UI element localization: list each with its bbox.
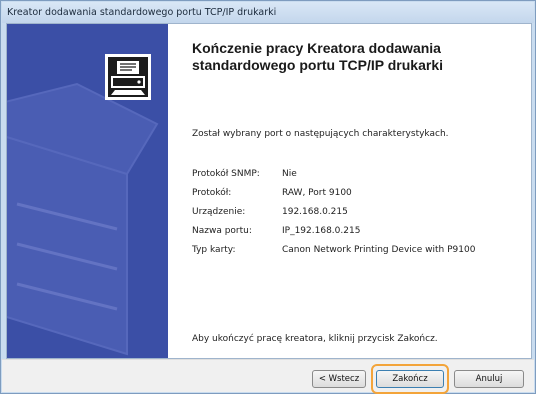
page-title: Kończenie pracy Kreatora dodawania stand… [192,40,444,73]
window-title: Kreator dodawania standardowego portu TC… [7,7,277,18]
wizard-main-panel: Kończenie pracy Kreatora dodawania stand… [168,24,531,358]
back-button[interactable]: < Wstecz [312,370,366,388]
printer-icon [105,54,151,100]
property-label: Nazwa portu: [192,226,252,236]
property-label: Urządzenie: [192,207,246,217]
wizard-side-panel [7,24,168,358]
wizard-content: Kończenie pracy Kreatora dodawania stand… [6,23,532,359]
property-value: IP_192.168.0.215 [282,226,361,236]
wizard-window: Kreator dodawania standardowego portu TC… [0,0,536,394]
property-label: Protokół SNMP: [192,169,260,179]
property-label: Protokół: [192,188,232,198]
property-value: RAW, Port 9100 [282,188,352,198]
finish-button[interactable]: Zakończ [376,370,444,388]
property-label: Typ karty: [192,245,236,255]
property-value: Canon Network Printing Device with P9100 [282,245,476,255]
button-bar: < Wstecz Zakończ Anuluj [2,359,534,394]
property-value: 192.168.0.215 [282,207,348,217]
intro-text: Został wybrany port o następujących char… [192,129,449,139]
cancel-button[interactable]: Anuluj [454,370,524,388]
property-value: Nie [282,169,297,179]
finish-instruction: Aby ukończyć pracę kreatora, kliknij prz… [192,334,438,344]
title-bar[interactable]: Kreator dodawania standardowego portu TC… [2,2,534,23]
